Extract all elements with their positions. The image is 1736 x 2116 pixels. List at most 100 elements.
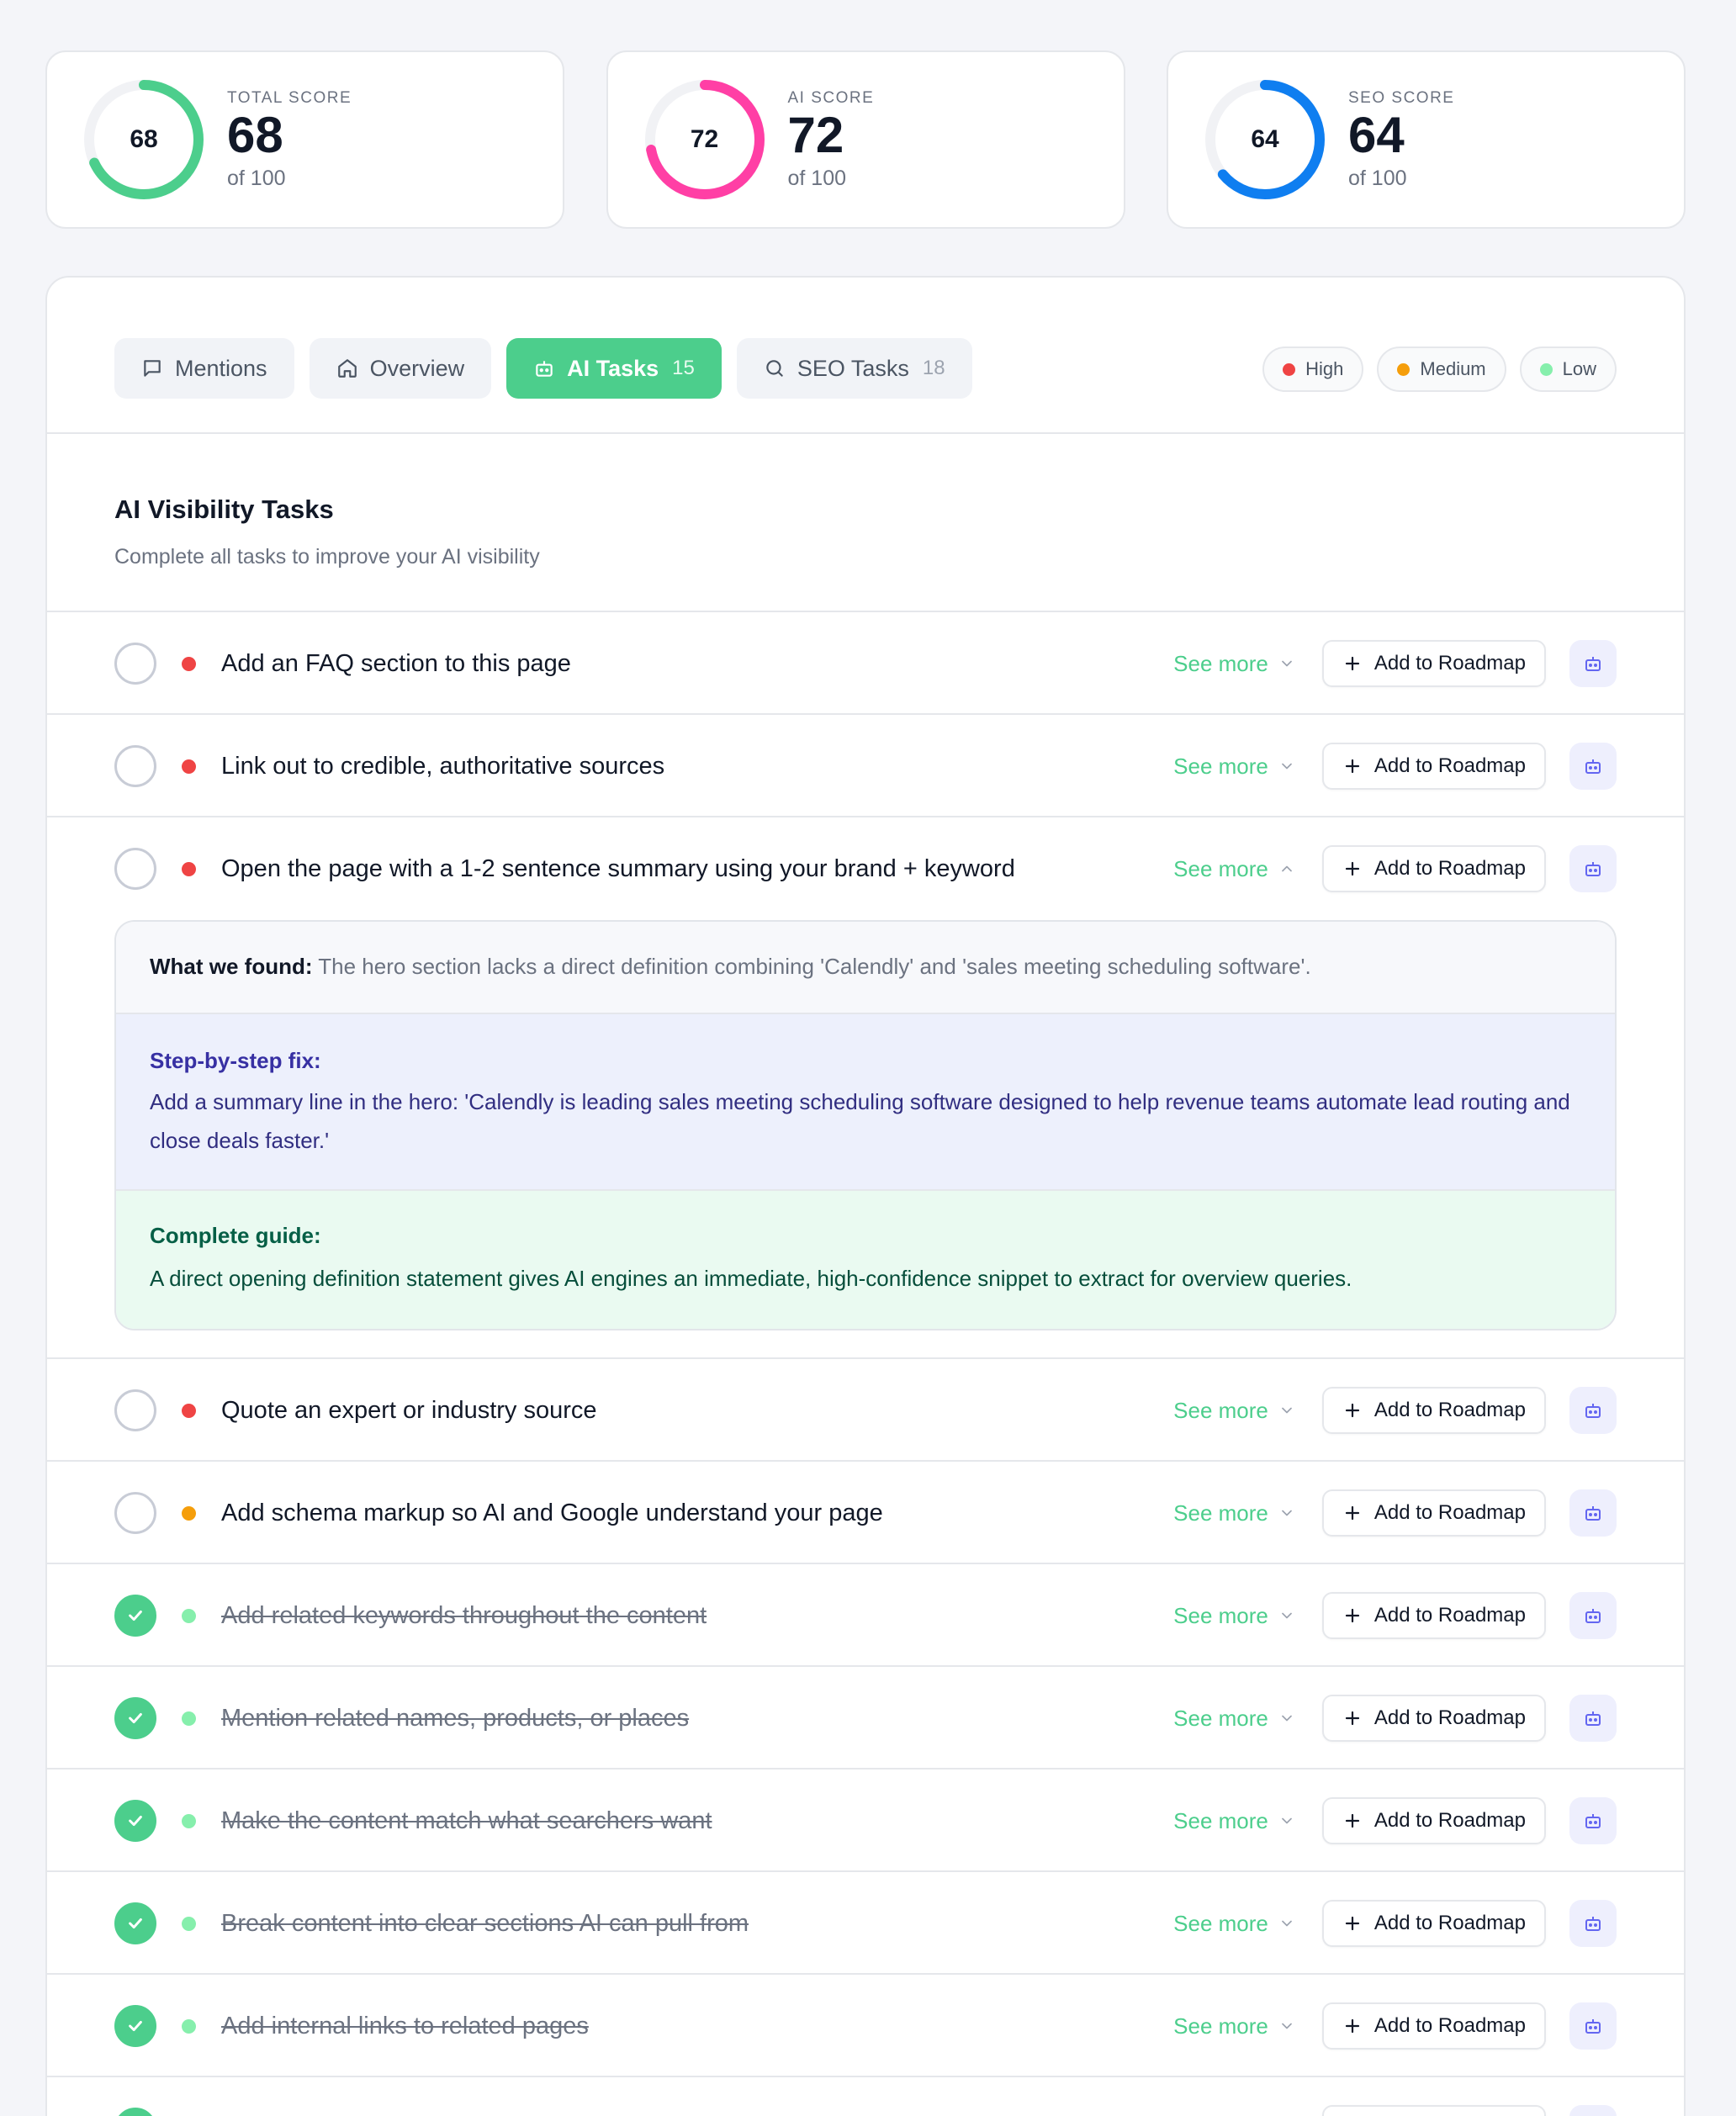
priority-dot xyxy=(182,861,196,876)
ai-assist-button[interactable] xyxy=(1569,2105,1617,2116)
task-checkbox[interactable] xyxy=(114,745,156,787)
plus-icon xyxy=(1345,1916,1359,1931)
total-score-label: TOTAL SCORE xyxy=(227,88,352,107)
task-row: Add schema markup so AI and Google under… xyxy=(47,1462,1684,1564)
section-subtitle: Complete all tasks to improve your AI vi… xyxy=(114,545,540,569)
see-more-toggle[interactable]: See more xyxy=(1173,1603,1295,1629)
add-to-roadmap-label: Add to Roadmap xyxy=(1373,1706,1526,1729)
ai-assist-button[interactable] xyxy=(1569,845,1617,892)
plus-icon xyxy=(1345,656,1359,671)
task-checkbox[interactable] xyxy=(114,1389,156,1431)
robot-icon xyxy=(1585,1711,1601,1726)
add-to-roadmap-button[interactable]: Add to Roadmap xyxy=(1321,1387,1546,1434)
see-more-toggle[interactable]: See more xyxy=(1173,2013,1295,2039)
task-checkbox[interactable] xyxy=(114,1902,156,1944)
task-title: Add related keywords throughout the cont… xyxy=(221,1601,707,1629)
add-to-roadmap-button[interactable]: Add to Roadmap xyxy=(1321,743,1546,790)
robot-icon xyxy=(1585,862,1601,876)
task-checkbox[interactable] xyxy=(114,848,156,890)
what-we-found-text: The hero section lacks a direct definiti… xyxy=(318,954,1311,979)
priority-dot xyxy=(182,1711,196,1726)
add-to-roadmap-button[interactable]: Add to Roadmap xyxy=(1321,1489,1546,1537)
total-score-card: 68 TOTAL SCORE 68 of 100 xyxy=(45,50,564,229)
see-more-toggle[interactable]: See more xyxy=(1173,1500,1295,1526)
priority-dot xyxy=(182,759,196,774)
task-title: Quote an expert or industry source xyxy=(221,1396,597,1424)
task-title: Add internal links to related pages xyxy=(221,2012,589,2039)
add-to-roadmap-button[interactable]: Add to Roadmap xyxy=(1321,1695,1546,1742)
see-more-toggle[interactable]: See more xyxy=(1173,1398,1295,1424)
total-score-ring-value: 68 xyxy=(130,125,158,153)
task-checkbox[interactable] xyxy=(114,2005,156,2047)
add-to-roadmap-button[interactable]: Add to Roadmap xyxy=(1321,2105,1546,2116)
seo-score-value: 64 xyxy=(1348,106,1405,163)
see-more-label: See more xyxy=(1173,753,1268,779)
task-checkbox[interactable] xyxy=(114,1697,156,1739)
fix-title: Step-by-step fix: xyxy=(150,1048,321,1073)
see-more-toggle[interactable]: See more xyxy=(1173,651,1295,677)
plus-icon xyxy=(1345,1813,1359,1828)
check-icon xyxy=(129,1610,142,1621)
add-to-roadmap-button[interactable]: Add to Roadmap xyxy=(1321,1797,1546,1844)
tab-seo-tasks[interactable]: SEO Tasks 18 xyxy=(736,338,972,399)
task-checkbox[interactable] xyxy=(114,1800,156,1842)
chevron-down-icon xyxy=(1282,1715,1292,1722)
add-to-roadmap-button[interactable]: Add to Roadmap xyxy=(1321,640,1546,687)
see-more-label: See more xyxy=(1173,1602,1268,1628)
ai-assist-button[interactable] xyxy=(1569,1387,1617,1434)
ai-assist-button[interactable] xyxy=(1569,1489,1617,1537)
priority-dot xyxy=(182,1916,196,1931)
task-checkbox[interactable] xyxy=(114,2108,156,2116)
add-to-roadmap-button[interactable]: Add to Roadmap xyxy=(1321,1592,1546,1639)
tab-mentions[interactable]: Mentions xyxy=(114,338,294,399)
tab-ai-tasks[interactable]: AI Tasks 15 xyxy=(506,338,722,399)
add-to-roadmap-button[interactable]: Add to Roadmap xyxy=(1321,2002,1546,2050)
chevron-down-icon xyxy=(1282,1510,1292,1516)
task-row: Quote an expert or industry source See mo… xyxy=(47,1359,1684,1462)
priority-dot xyxy=(182,1813,196,1828)
robot-icon xyxy=(536,361,553,377)
see-more-toggle[interactable]: See more xyxy=(1173,754,1295,780)
legend-medium: Medium xyxy=(1377,346,1506,392)
ai-assist-button[interactable] xyxy=(1569,2002,1617,2050)
plus-icon xyxy=(1345,759,1359,774)
add-to-roadmap-button[interactable]: Add to Roadmap xyxy=(1321,845,1546,892)
tab-overview[interactable]: Overview xyxy=(309,338,492,399)
task-checkbox[interactable] xyxy=(114,643,156,685)
message-square-icon xyxy=(144,360,161,377)
robot-icon xyxy=(1585,1404,1601,1418)
ai-assist-button[interactable] xyxy=(1569,1797,1617,1844)
see-more-label: See more xyxy=(1173,1397,1268,1423)
robot-icon xyxy=(1585,2019,1601,2034)
ai-assist-button[interactable] xyxy=(1569,640,1617,687)
task-checkbox[interactable] xyxy=(114,1595,156,1637)
section-title: AI Visibility Tasks xyxy=(114,495,334,524)
ai-assist-button[interactable] xyxy=(1569,743,1617,790)
check-icon xyxy=(129,1815,142,1827)
add-to-roadmap-button[interactable]: Add to Roadmap xyxy=(1321,1900,1546,1947)
task-title: Link out to credible, authoritative sour… xyxy=(221,752,665,780)
ai-score-card: 72 AI SCORE 72 of 100 xyxy=(606,50,1125,229)
plus-icon xyxy=(1345,1505,1359,1521)
medium-priority-dot xyxy=(1397,362,1410,376)
see-more-toggle[interactable]: See more xyxy=(1173,1911,1295,1937)
see-more-label: See more xyxy=(1173,650,1268,676)
add-to-roadmap-label: Add to Roadmap xyxy=(1373,1604,1526,1627)
check-icon xyxy=(129,1712,142,1724)
tabs: Mentions Overview AI Tasks 15 SEO Tasks … xyxy=(114,338,972,399)
robot-icon xyxy=(1585,1917,1601,1931)
see-more-toggle[interactable]: See more xyxy=(1173,1706,1295,1732)
ai-assist-button[interactable] xyxy=(1569,1695,1617,1742)
ai-assist-button[interactable] xyxy=(1569,1900,1617,1947)
see-more-toggle[interactable]: See more xyxy=(1173,1808,1295,1834)
tab-ai-tasks-count: 15 xyxy=(672,357,695,379)
robot-icon xyxy=(1585,759,1601,774)
task-row: Break content into clear sections AI can… xyxy=(47,1872,1684,1975)
tab-seo-tasks-label: SEO Tasks xyxy=(797,355,909,381)
task-checkbox[interactable] xyxy=(114,1492,156,1534)
ai-score-value: 72 xyxy=(787,106,844,163)
high-priority-dot xyxy=(1283,362,1296,376)
ai-assist-button[interactable] xyxy=(1569,1592,1617,1639)
robot-icon xyxy=(1585,657,1601,671)
see-more-toggle[interactable]: See more xyxy=(1173,856,1295,882)
